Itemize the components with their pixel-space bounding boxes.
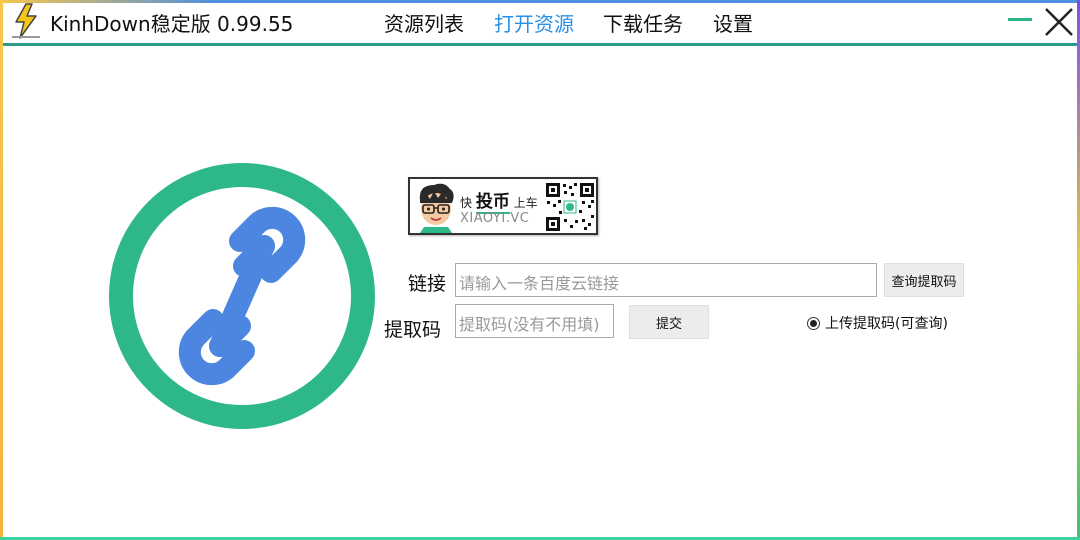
- cartoon-face-icon: [414, 181, 458, 233]
- banner-site: XIAOYI.VC: [460, 211, 530, 226]
- lightning-icon: [8, 2, 44, 40]
- link-input[interactable]: 请输入一条百度云链接: [455, 263, 877, 297]
- upload-code-label: 上传提取码(可查询): [825, 316, 948, 332]
- window-frame-left: [0, 0, 3, 540]
- extraction-code-input[interactable]: 提取码(没有不用填): [455, 304, 614, 338]
- link-logo-icon: [104, 158, 380, 434]
- nav-download-tasks[interactable]: 下载任务: [603, 8, 683, 37]
- banner-slogan-suffix: 上车: [513, 196, 538, 210]
- nav-resource-list[interactable]: 资源列表: [384, 8, 464, 37]
- query-code-button[interactable]: 查询提取码: [884, 263, 964, 297]
- donate-banner[interactable]: 快 投币 上车 XIAOYI.VC: [408, 177, 598, 235]
- close-icon[interactable]: [1044, 7, 1074, 37]
- nav-settings[interactable]: 设置: [713, 8, 753, 37]
- banner-slogan-prefix: 快: [460, 196, 473, 210]
- extraction-code-label: 提取码: [384, 319, 442, 341]
- nav-open-resource[interactable]: 打开资源: [494, 8, 574, 37]
- upload-code-radio[interactable]: [807, 316, 820, 330]
- qr-code-icon: [544, 181, 596, 233]
- submit-button[interactable]: 提交: [629, 305, 709, 339]
- app-title: KinhDown稳定版 0.99.55: [50, 12, 294, 36]
- minimize-icon[interactable]: [1008, 18, 1032, 21]
- banner-slogan: 快 投币 上车: [460, 187, 538, 214]
- upload-code-option[interactable]: 上传提取码(可查询): [807, 314, 948, 332]
- link-label: 链接: [408, 273, 447, 295]
- title-divider: [3, 43, 1077, 46]
